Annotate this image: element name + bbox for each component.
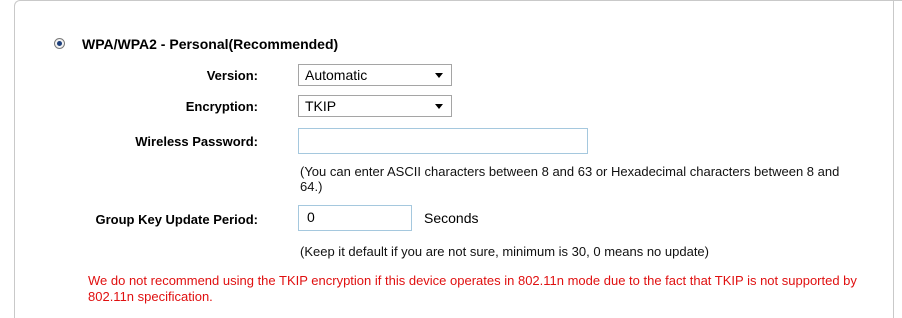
encryption-select[interactable]: TKIP: [298, 95, 452, 117]
seconds-unit-label: Seconds: [424, 210, 479, 226]
radio-selected-dot: [57, 41, 62, 46]
wpa-personal-radio[interactable]: [54, 38, 65, 49]
password-input[interactable]: [298, 128, 588, 154]
password-label: Wireless Password:: [135, 134, 258, 149]
password-hint: (You can enter ASCII characters between …: [300, 164, 840, 194]
group-key-label: Group Key Update Period:: [95, 212, 258, 227]
version-label: Version:: [206, 68, 258, 83]
tkip-warning: We do not recommend using the TKIP encry…: [88, 273, 857, 304]
group-key-value: 0: [307, 209, 315, 225]
version-select[interactable]: Automatic: [298, 64, 452, 86]
panel-border-left: [14, 6, 15, 318]
panel-border-top: [14, 0, 902, 6]
dropdown-arrow-icon: [435, 104, 443, 109]
encryption-label: Encryption:: [185, 99, 258, 114]
version-value: Automatic: [305, 67, 368, 83]
panel-border-right: [893, 0, 894, 318]
group-key-hint: (Keep it default if you are not sure, mi…: [300, 244, 709, 259]
dropdown-arrow-icon: [435, 73, 443, 78]
group-key-input[interactable]: 0: [298, 205, 412, 231]
security-mode-title: WPA/WPA2 - Personal(Recommended): [82, 36, 339, 52]
encryption-value: TKIP: [305, 98, 337, 114]
